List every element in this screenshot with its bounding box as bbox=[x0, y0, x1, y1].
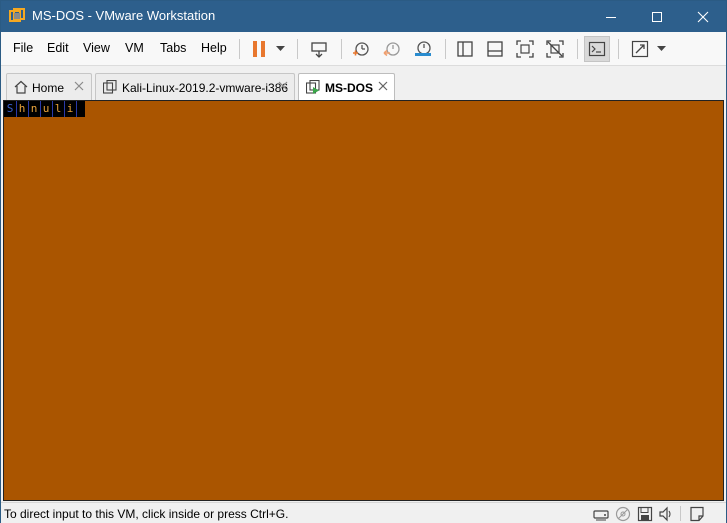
tab-msdos[interactable]: MS-DOS bbox=[298, 73, 395, 101]
pause-icon bbox=[253, 41, 265, 57]
pause-dropdown-icon[interactable] bbox=[276, 45, 285, 53]
dos-char: u bbox=[41, 101, 53, 117]
tab-label: Home bbox=[32, 81, 65, 95]
full-screen-button[interactable] bbox=[512, 36, 538, 62]
messages-icon[interactable] bbox=[688, 505, 706, 523]
dos-char: h bbox=[17, 101, 29, 117]
snapshot-manager-button[interactable] bbox=[410, 36, 436, 62]
menu-toolbar: File Edit View VM Tabs Help bbox=[1, 32, 726, 66]
tab-home[interactable]: Home bbox=[6, 73, 92, 100]
toolbar-separator bbox=[618, 39, 619, 59]
close-tab-icon[interactable] bbox=[377, 80, 389, 92]
pause-button[interactable] bbox=[246, 36, 272, 62]
vm-running-icon bbox=[306, 80, 320, 94]
hard-disk-icon[interactable] bbox=[592, 505, 610, 523]
dos-char: l bbox=[53, 101, 65, 117]
menu-vm[interactable]: VM bbox=[125, 41, 144, 55]
menu-file[interactable]: File bbox=[13, 41, 33, 55]
full-screen-icon bbox=[516, 40, 534, 58]
vm-icon bbox=[103, 80, 117, 94]
dos-char: n bbox=[29, 101, 41, 117]
toolbar-separator bbox=[577, 39, 578, 59]
maximize-button[interactable] bbox=[634, 1, 680, 32]
home-icon bbox=[14, 80, 28, 94]
tab-label: MS-DOS bbox=[325, 81, 373, 95]
dos-screen-text-content: Shnuli bbox=[5, 101, 77, 117]
thumbnail-bar-button[interactable] bbox=[482, 36, 508, 62]
menu-edit[interactable]: Edit bbox=[47, 41, 69, 55]
snapshot-manager-icon bbox=[415, 41, 431, 56]
tab-bar: Home Kali-Linux-2019.2-vmware-i386 MS-DO… bbox=[1, 67, 726, 101]
console-view-button[interactable] bbox=[584, 36, 610, 62]
menu-help[interactable]: Help bbox=[201, 41, 227, 55]
window-title: MS-DOS - VMware Workstation bbox=[32, 8, 216, 23]
dos-char: i bbox=[65, 101, 77, 117]
toolbar-separator bbox=[445, 39, 446, 59]
stretch-dropdown-icon[interactable] bbox=[657, 45, 666, 53]
vmware-window: MS-DOS - VMware Workstation File Edit Vi… bbox=[0, 0, 727, 523]
stretch-guest-icon bbox=[631, 40, 649, 58]
maximize-icon bbox=[652, 11, 662, 22]
show-library-icon bbox=[457, 41, 473, 57]
unity-button[interactable] bbox=[542, 36, 568, 62]
minimize-icon bbox=[606, 16, 616, 18]
stretch-guest-button[interactable] bbox=[627, 36, 653, 62]
close-button[interactable] bbox=[680, 1, 726, 32]
snapshot-button[interactable] bbox=[348, 36, 374, 62]
status-message: To direct input to this VM, click inside… bbox=[4, 507, 289, 521]
send-ctrl-alt-del-icon bbox=[311, 42, 327, 58]
send-ctrl-alt-del-button[interactable] bbox=[306, 36, 332, 62]
thumbnail-bar-icon bbox=[487, 41, 503, 57]
revert-snapshot-button[interactable] bbox=[379, 36, 405, 62]
menu-view[interactable]: View bbox=[83, 41, 110, 55]
dos-screen-text: Shnuli bbox=[4, 101, 85, 117]
tab-kali[interactable]: Kali-Linux-2019.2-vmware-i386 bbox=[95, 73, 295, 100]
console-view-icon bbox=[588, 41, 606, 57]
snapshot-icon bbox=[353, 42, 369, 56]
toolbar-separator bbox=[239, 39, 240, 59]
close-icon bbox=[697, 11, 709, 22]
sound-icon[interactable] bbox=[657, 505, 675, 523]
status-separator bbox=[680, 506, 681, 521]
unity-icon bbox=[546, 40, 564, 58]
vm-console-screen[interactable]: Shnuli bbox=[3, 100, 724, 501]
dos-char: S bbox=[5, 101, 17, 117]
vmware-app-icon bbox=[9, 8, 25, 22]
close-tab-icon[interactable] bbox=[73, 80, 85, 92]
close-tab-icon[interactable] bbox=[277, 80, 289, 92]
title-bar[interactable]: MS-DOS - VMware Workstation bbox=[1, 1, 726, 32]
menu-tabs[interactable]: Tabs bbox=[160, 41, 186, 55]
toolbar-separator bbox=[297, 39, 298, 59]
show-library-button[interactable] bbox=[452, 36, 478, 62]
floppy-icon[interactable] bbox=[636, 505, 654, 523]
toolbar-separator bbox=[341, 39, 342, 59]
status-bar: To direct input to this VM, click inside… bbox=[1, 502, 726, 523]
cd-rom-icon[interactable] bbox=[614, 505, 632, 523]
minimize-button[interactable] bbox=[588, 1, 634, 32]
tab-label: Kali-Linux-2019.2-vmware-i386 bbox=[122, 81, 289, 95]
revert-snapshot-icon bbox=[383, 42, 400, 57]
